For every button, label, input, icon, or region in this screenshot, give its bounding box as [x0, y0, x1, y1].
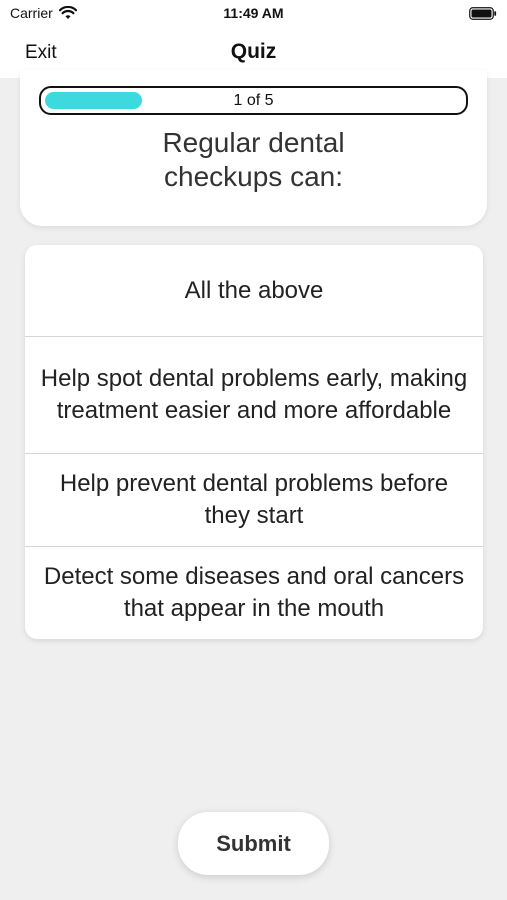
answer-option[interactable]: Detect some diseases and oral cancers th…: [25, 547, 483, 639]
answer-option[interactable]: Help prevent dental problems before they…: [25, 454, 483, 547]
answer-option[interactable]: All the above: [25, 245, 483, 337]
status-time: 11:49 AM: [223, 5, 284, 21]
page-title: Quiz: [230, 40, 277, 63]
progress-bar: 1 of 5: [39, 86, 468, 115]
submit-button[interactable]: Submit: [178, 812, 329, 875]
question-card: 1 of 5 Regular dental checkups can:: [20, 70, 487, 226]
answer-option[interactable]: Help spot dental problems early, making …: [25, 337, 483, 454]
answer-list: All the above Help spot dental problems …: [25, 245, 483, 639]
battery-icon: [469, 7, 497, 20]
progress-label: 1 of 5: [233, 92, 274, 109]
question-text: Regular dental checkups can:: [162, 127, 345, 192]
status-bar: Carrier 11:49 AM: [0, 0, 507, 30]
